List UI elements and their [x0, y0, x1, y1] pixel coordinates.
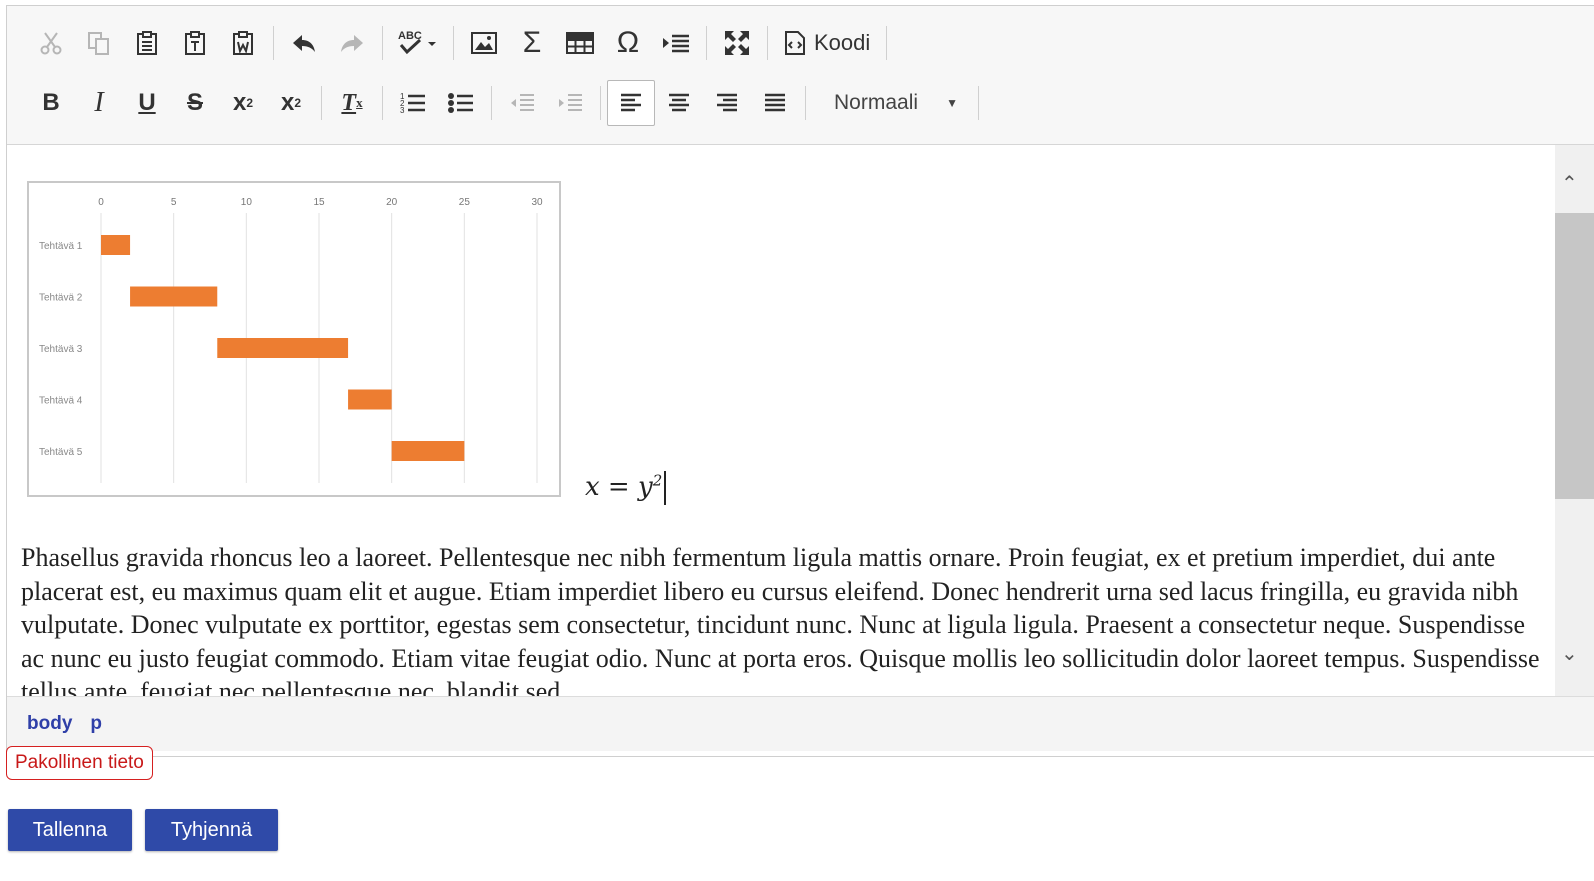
cut-icon[interactable]	[27, 20, 75, 66]
x-tick-label: 25	[459, 197, 471, 208]
image-icon[interactable]	[460, 20, 508, 66]
x-tick-label: 30	[531, 197, 543, 208]
gantt-bar	[348, 389, 392, 410]
justify-icon[interactable]	[751, 80, 799, 126]
scroll-up-icon[interactable]: ⌃	[1561, 171, 1581, 195]
toolbar-separator	[321, 86, 322, 120]
paragraph-text: Phasellus gravida rhoncus leo a laoreet.…	[21, 543, 1540, 696]
rich-text-editor: ABC Σ Ω Koodi B I U S x 2 x 2 T x 1 2 3 …	[6, 5, 1594, 757]
indent-block-icon[interactable]	[652, 20, 700, 66]
align-left-icon[interactable]	[607, 80, 655, 126]
x-tick-label: 15	[313, 197, 325, 208]
save-button[interactable]: Tallenna	[8, 809, 132, 851]
sigma-icon[interactable]: Σ	[508, 20, 556, 66]
toolbar-row-1: ABC Σ Ω Koodi	[27, 20, 893, 66]
toolbar-separator	[978, 86, 979, 120]
path-item-body[interactable]: body	[27, 713, 72, 735]
gantt-bar	[130, 286, 218, 307]
scroll-down-icon[interactable]: ⌄	[1561, 641, 1581, 665]
redo-icon[interactable]	[328, 20, 376, 66]
required-field-badge: Pakollinen tieto	[6, 746, 153, 780]
source-code-label: Koodi	[814, 30, 871, 55]
toolbar-separator	[273, 26, 274, 60]
remove-format-icon[interactable]: Tx	[328, 80, 376, 126]
category-label: Tehtävä 4	[39, 396, 83, 407]
paste-word-icon[interactable]	[219, 20, 267, 66]
format-select[interactable]: Normaali ▼	[812, 80, 972, 126]
subscript-icon[interactable]: x2	[219, 80, 267, 126]
chevron-down-icon: ▼	[946, 96, 958, 110]
strikethrough-icon[interactable]: S	[171, 80, 219, 126]
path-item-p[interactable]: p	[90, 713, 102, 735]
gantt-chart: 0 5 10 15 20 25 30 Tehtävä 1 Tehtävä 2 Tehtävä 3 T…	[39, 197, 543, 483]
content-scrollbar[interactable]: ⌃ ⌄	[1555, 145, 1594, 696]
x-tick-label: 20	[386, 197, 398, 208]
indent-icon[interactable]	[546, 80, 594, 126]
maximize-icon[interactable]	[713, 20, 761, 66]
paste-icon[interactable]	[123, 20, 171, 66]
x-tick-label: 10	[241, 197, 253, 208]
undo-icon[interactable]	[280, 20, 328, 66]
italic-icon[interactable]: I	[75, 80, 123, 126]
gantt-chart-image[interactable]: 0 5 10 15 20 25 30 Tehtävä 1 Tehtävä 2 Tehtävä 3 T…	[27, 181, 561, 497]
special-char-icon[interactable]: Ω	[604, 20, 652, 66]
copy-icon[interactable]	[75, 20, 123, 66]
underline-icon[interactable]: U	[123, 80, 171, 126]
gantt-bar	[101, 235, 131, 255]
svg-text:3: 3	[400, 106, 405, 115]
category-label: Tehtävä 3	[39, 344, 83, 355]
source-code-button[interactable]: Koodi	[774, 20, 880, 66]
category-label: Tehtävä 5	[39, 447, 83, 458]
x-tick-label: 0	[98, 197, 104, 208]
math-equals: =	[599, 472, 638, 502]
gantt-bar	[217, 338, 349, 358]
paste-text-icon[interactable]	[171, 20, 219, 66]
element-path: body p	[7, 696, 1594, 751]
x-tick-label: 5	[171, 197, 177, 208]
toolbar-separator	[382, 86, 383, 120]
toolbar-separator	[453, 26, 454, 60]
bold-icon[interactable]: B	[27, 80, 75, 126]
outdent-icon[interactable]	[498, 80, 546, 126]
superscript-icon[interactable]: x2	[267, 80, 315, 126]
align-right-icon[interactable]	[703, 80, 751, 126]
toolbar-separator	[600, 86, 601, 120]
category-label: Tehtävä 2	[39, 293, 83, 304]
math-exponent: 2	[652, 471, 663, 490]
align-center-icon[interactable]	[655, 80, 703, 126]
toolbar-separator	[706, 26, 707, 60]
toolbar-row-2: B I U S x2 x2 Tx 123 Normaali ▼	[27, 80, 985, 126]
spellcheck-icon[interactable]: ABC	[389, 20, 447, 66]
category-label: Tehtävä 1	[39, 241, 83, 252]
editor-content[interactable]: 0 5 10 15 20 25 30 Tehtävä 1 Tehtävä 2 Tehtävä 3 T…	[7, 145, 1555, 696]
scrollbar-thumb[interactable]	[1555, 213, 1594, 499]
toolbar-separator	[805, 86, 806, 120]
clear-button[interactable]: Tyhjennä	[145, 809, 278, 851]
toolbar-separator	[767, 26, 768, 60]
toolbar-separator	[491, 86, 492, 120]
math-lhs: x	[585, 472, 600, 502]
toolbar-separator	[382, 26, 383, 60]
source-code-icon	[785, 31, 805, 55]
editor-toolbar: ABC Σ Ω Koodi B I U S x 2 x 2 T x 1 2 3 …	[7, 6, 1594, 145]
text-cursor	[664, 471, 667, 505]
math-formula[interactable]: x = y2	[585, 471, 667, 505]
gantt-bar	[391, 441, 465, 461]
bullet-list-icon[interactable]	[437, 80, 485, 126]
format-select-value: Normaali	[834, 91, 919, 114]
table-icon[interactable]	[556, 20, 604, 66]
numbered-list-icon[interactable]: 123	[389, 80, 437, 126]
toolbar-separator	[886, 26, 888, 60]
math-base: y	[638, 472, 653, 502]
